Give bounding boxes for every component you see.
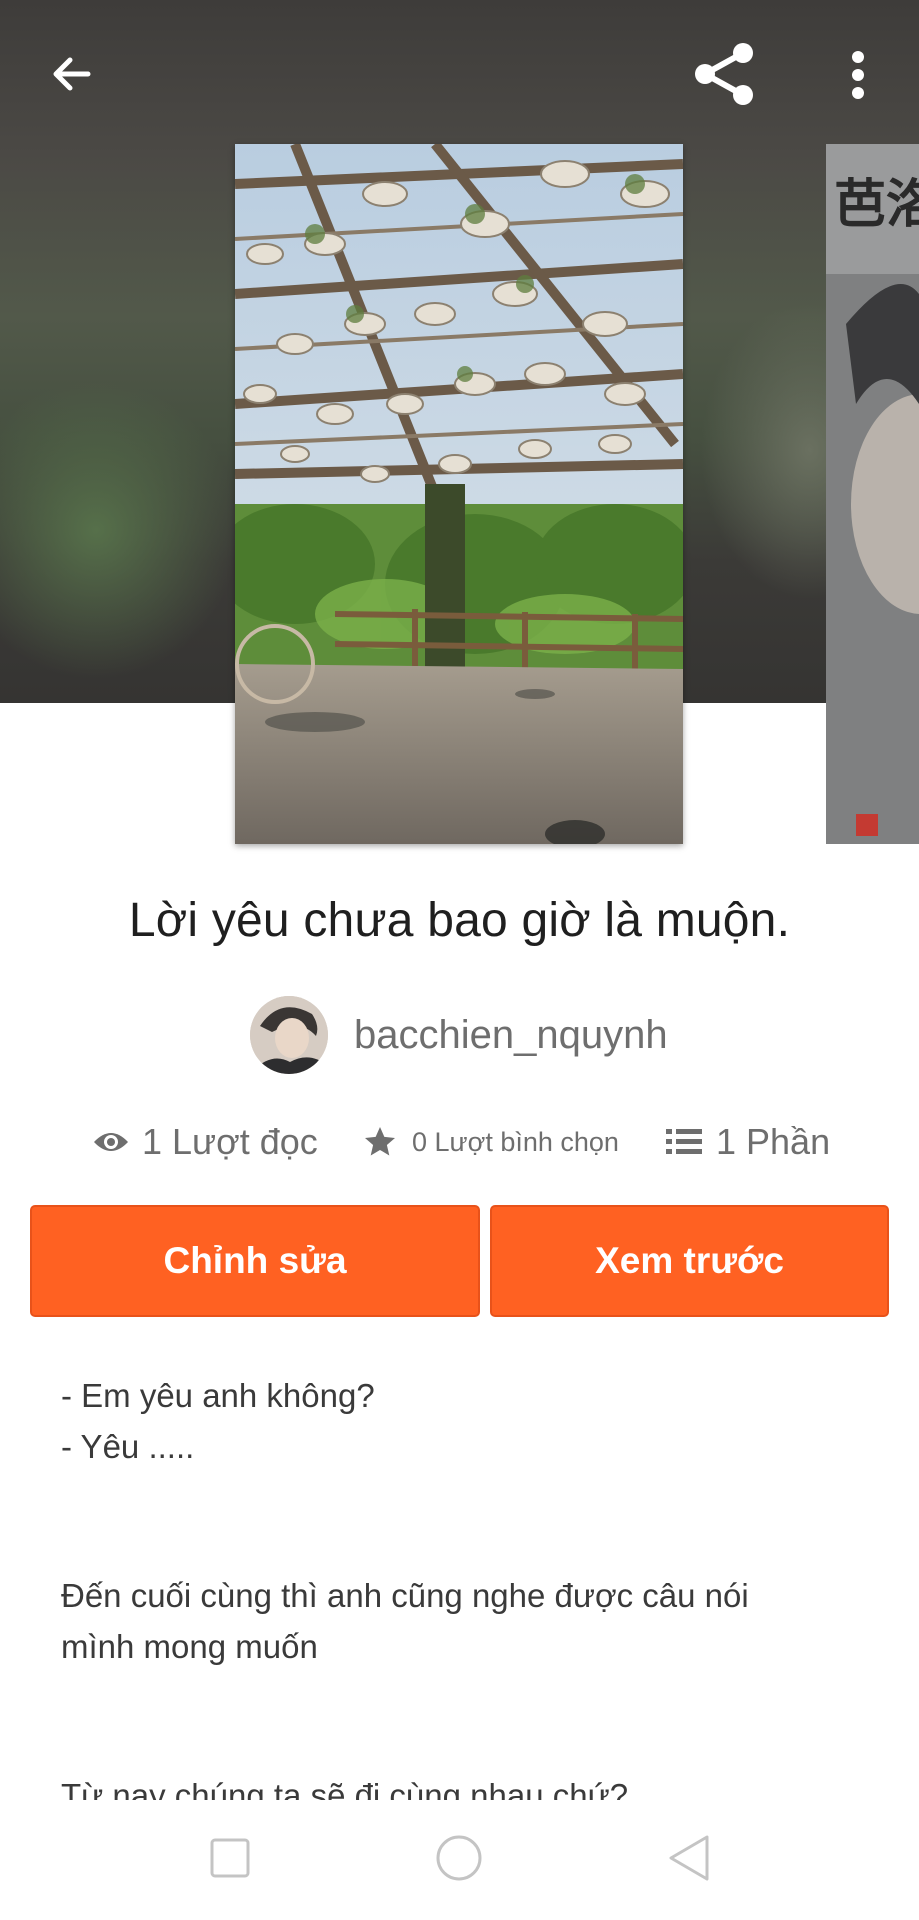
- back-nav-button[interactable]: [644, 1818, 734, 1898]
- votes-stat: 0 Lượt bình chọn: [362, 1112, 619, 1172]
- system-navigation-bar: [0, 1800, 919, 1920]
- story-title: Lời yêu chưa bao giờ là muộn.: [128, 894, 791, 947]
- votes-count: 0 Lượt bình chọn: [412, 1126, 619, 1157]
- circle-icon: [436, 1835, 482, 1881]
- reads-count: 1 Lượt đọc: [142, 1121, 318, 1162]
- list-icon: [666, 1127, 702, 1157]
- excerpt-paragraph-3: Từ nay chúng ta sẽ đi cùng nhau chứ?: [61, 1777, 629, 1800]
- next-story-cover[interactable]: 芭洛: [826, 144, 919, 844]
- arrow-left-icon: [53, 57, 91, 91]
- excerpt-line-1: - Em yêu anh không?: [61, 1377, 375, 1414]
- edit-button[interactable]: Chỉnh sửa: [30, 1205, 480, 1317]
- excerpt-paragraph-2: Đến cuối cùng thì anh cũng nghe được câu…: [61, 1577, 749, 1665]
- more-vertical-icon: [852, 51, 864, 99]
- star-icon: [362, 1124, 398, 1160]
- square-icon: [210, 1838, 250, 1878]
- author-name[interactable]: bacchien_nquynh: [354, 1013, 668, 1058]
- parts-stat: 1 Phần: [666, 1112, 830, 1172]
- reads-stat: 1 Lượt đọc: [92, 1112, 318, 1172]
- share-button[interactable]: [686, 36, 762, 112]
- back-button[interactable]: [40, 42, 104, 106]
- author-link[interactable]: bacchien_nquynh: [250, 995, 668, 1075]
- triangle-back-icon: [669, 1835, 709, 1881]
- story-stats: 1 Lượt đọc 0 Lượt bình chọn 1 Phần: [0, 1112, 919, 1172]
- parts-count: 1 Phần: [716, 1121, 831, 1162]
- excerpt-paragraph-3-clip: Từ nay chúng ta sẽ đi cùng nhau chứ?: [61, 1770, 861, 1800]
- story-cover[interactable]: [235, 144, 683, 844]
- avatar[interactable]: [250, 996, 328, 1074]
- home-button[interactable]: [414, 1818, 504, 1898]
- excerpt-line-2: - Yêu .....: [61, 1428, 195, 1465]
- recent-apps-button[interactable]: [185, 1818, 275, 1898]
- more-options-button[interactable]: [836, 40, 880, 110]
- preview-button[interactable]: Xem trước: [490, 1205, 889, 1317]
- eye-icon: [92, 1127, 130, 1157]
- next-cover-text: 芭洛: [834, 174, 919, 235]
- share-icon: [695, 43, 753, 105]
